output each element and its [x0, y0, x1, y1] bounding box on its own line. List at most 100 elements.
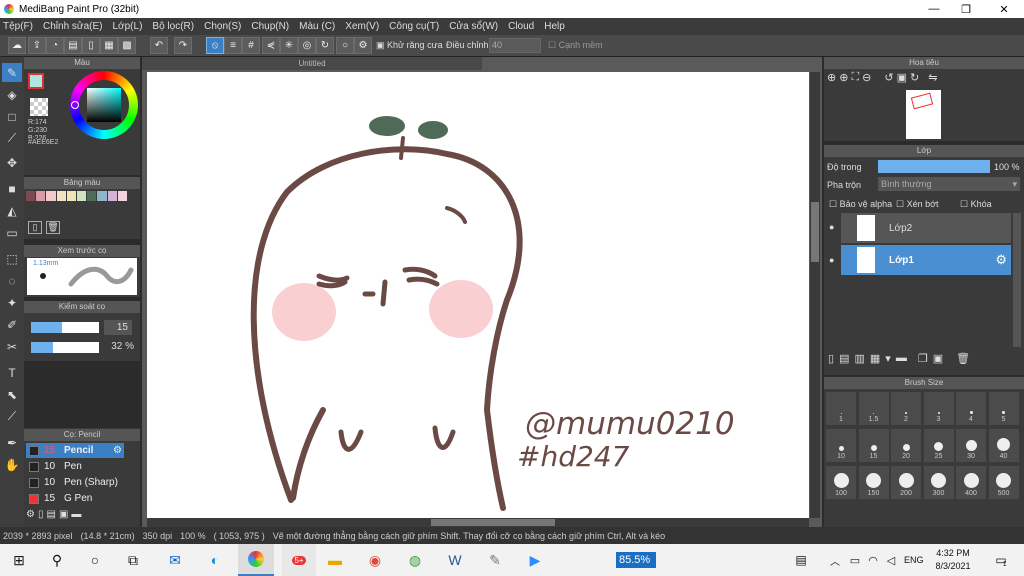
page-icon[interactable]: ▯ [82, 37, 100, 54]
brush-item-pencil[interactable]: 15 Pencil ⚙ [26, 443, 124, 458]
delete-layer-icon[interactable]: 🗑 [956, 352, 970, 368]
word-icon[interactable]: W [442, 548, 468, 572]
undo-icon[interactable]: ↶ [150, 37, 168, 54]
select-rect-icon[interactable]: ⬚ [2, 249, 22, 268]
new-layer-8bit-icon[interactable]: ▥ [854, 352, 864, 368]
zoom-app-icon[interactable]: ▶ [522, 548, 548, 572]
menu-cloud[interactable]: Cloud [508, 21, 534, 32]
brush-item-pen-sharp[interactable]: 10 Pen (Sharp) [26, 475, 124, 490]
brush-size-option[interactable]: 200 [891, 466, 921, 499]
menu-tools[interactable]: Công cụ(T) [389, 21, 439, 32]
palette-swatch[interactable] [107, 191, 117, 201]
brush-size-option[interactable]: 100 [826, 466, 856, 499]
maximize-button[interactable]: ❐ [948, 0, 984, 18]
brush-tool-icon[interactable]: ✎ [2, 63, 22, 82]
brush-size-option[interactable]: 300 [923, 466, 954, 499]
brush-size-option[interactable]: 1.5 [858, 392, 889, 425]
brush-size-option[interactable]: 30 [956, 429, 986, 462]
medibang-taskbar-icon[interactable] [238, 544, 274, 576]
merge-layer-icon[interactable]: ▣ [933, 352, 943, 368]
blend-mode-select[interactable]: Bình thường ▾ [878, 177, 1020, 191]
volume-icon[interactable]: ◁ [878, 548, 904, 572]
clock[interactable]: 4:32 PM 8/3/2021 [928, 547, 978, 573]
layer-folder-icon[interactable]: ▬ [896, 352, 907, 368]
brush-size-option[interactable]: 10 [826, 429, 856, 462]
bucket-tool-icon[interactable]: ◭ [2, 201, 22, 220]
new-layer-icon[interactable]: ▯ [828, 352, 834, 368]
mail-icon[interactable]: ✉ [162, 548, 188, 572]
snap-radial-icon[interactable]: ✳ [280, 37, 298, 54]
chrome-icon[interactable]: ◉ [362, 548, 388, 572]
zoom-percentage-box[interactable]: 85.5% [616, 552, 656, 568]
text-tool-icon[interactable]: T [2, 363, 22, 382]
rotate-right-icon[interactable]: ↻ [910, 71, 919, 88]
palette-swatch[interactable] [87, 191, 97, 201]
gradient-tool-icon[interactable]: ▭ [2, 223, 22, 242]
brush-item-g-pen[interactable]: 15 G Pen [26, 491, 124, 506]
menu-snap[interactable]: Chụp(N) [251, 21, 289, 32]
delete-palette-icon[interactable]: 🗑 [46, 221, 60, 234]
add-brush-icon[interactable]: ▯ [38, 509, 44, 525]
eraser-tool-icon[interactable]: ◈ [2, 85, 22, 104]
zoom-out-icon[interactable]: ⊖ [862, 71, 871, 88]
brush-size-option[interactable]: 15 [858, 429, 889, 462]
task-view-icon[interactable]: ⧉ [120, 548, 146, 572]
flip-icon[interactable]: ⇋ [928, 71, 937, 88]
zoom-in-alt-icon[interactable]: ⊕ [839, 71, 848, 88]
layer-opacity-slider[interactable] [878, 160, 990, 173]
palette-swatch[interactable] [26, 191, 36, 201]
edge-icon[interactable]: ◐ [202, 548, 228, 572]
operation-tool-icon[interactable]: ⬉ [2, 385, 22, 404]
brush-size-option[interactable]: 1 [826, 392, 856, 425]
hand-tool-icon[interactable]: ✋ [2, 455, 22, 474]
brush-settings-gear-icon[interactable]: ⚙ [113, 445, 122, 456]
palette-swatch[interactable] [46, 191, 56, 201]
palette-swatch[interactable] [97, 191, 107, 201]
rotate-left-icon[interactable]: ↺ [884, 71, 893, 88]
duplicate-layer-icon[interactable]: ❐ [918, 352, 928, 368]
add-brush-cloud-icon[interactable]: ⚙ [26, 509, 35, 525]
chat-icon[interactable]: ▤ [64, 37, 82, 54]
new-layer-halftone-icon[interactable]: ▤ [839, 352, 849, 368]
menu-view[interactable]: Xem(V) [345, 21, 379, 32]
protect-alpha-checkbox[interactable]: ☐ Bảo vệ alpha [829, 199, 892, 210]
eyedropper-icon[interactable]: ✒ [2, 433, 22, 452]
snap-off-icon[interactable]: ⦸ [206, 37, 224, 54]
file-explorer-icon[interactable]: ▬ [322, 548, 348, 572]
clip-checkbox[interactable]: ☐ Xén bớt [896, 199, 939, 210]
menu-help[interactable]: Help [544, 21, 565, 32]
brush-size-option[interactable]: 5 [988, 392, 1019, 425]
background-color[interactable] [30, 98, 48, 116]
language-indicator[interactable]: ENG [904, 555, 924, 565]
navigator-thumbnail[interactable] [906, 90, 941, 139]
color-wheel[interactable] [70, 71, 138, 139]
layer-row-lop2[interactable]: Lớp2 [841, 213, 1011, 243]
share-icon[interactable]: ⇪ [28, 37, 46, 54]
palette-swatch[interactable] [66, 191, 77, 201]
foreground-color[interactable] [28, 73, 44, 89]
antialias-checkbox[interactable]: ▣ Khử răng cưa [376, 40, 443, 51]
brush-size-value[interactable]: 15 [104, 320, 132, 335]
reset-view-icon[interactable]: ▣ [897, 71, 907, 88]
menu-select[interactable]: Chọn(S) [204, 21, 241, 32]
brush-size-slider[interactable] [31, 322, 99, 333]
layer-scrollbar[interactable] [1013, 213, 1021, 347]
keyboard-icon[interactable]: ▤ [788, 548, 814, 572]
brush-size-option[interactable]: 150 [858, 466, 889, 499]
rectangle-tool-icon[interactable]: □ [2, 107, 22, 126]
layer-row-lop1[interactable]: Lớp1 ⚙ [841, 245, 1011, 275]
fit-icon[interactable]: ⛶ [851, 71, 859, 88]
snap-parallel-icon[interactable]: ≡ [224, 37, 242, 54]
select-eraser-icon[interactable]: ✂ [2, 337, 22, 356]
canvas-paper[interactable]: @mumu0210 #hd247 [147, 72, 809, 518]
export-icon[interactable]: ▦ [100, 37, 118, 54]
palette-swatch[interactable] [117, 191, 128, 201]
layer1-visibility-icon[interactable]: ● [829, 255, 834, 265]
palette-swatch[interactable] [56, 191, 66, 201]
notification-center-icon[interactable]: ▭ 1 [988, 548, 1014, 572]
brush-size-option[interactable]: 40 [988, 429, 1019, 462]
move-tool-icon[interactable]: ✥ [2, 153, 22, 172]
brush-item-pen[interactable]: 10 Pen [26, 459, 124, 474]
palette-swatch[interactable] [36, 191, 46, 201]
close-button[interactable]: ✕ [986, 0, 1022, 18]
